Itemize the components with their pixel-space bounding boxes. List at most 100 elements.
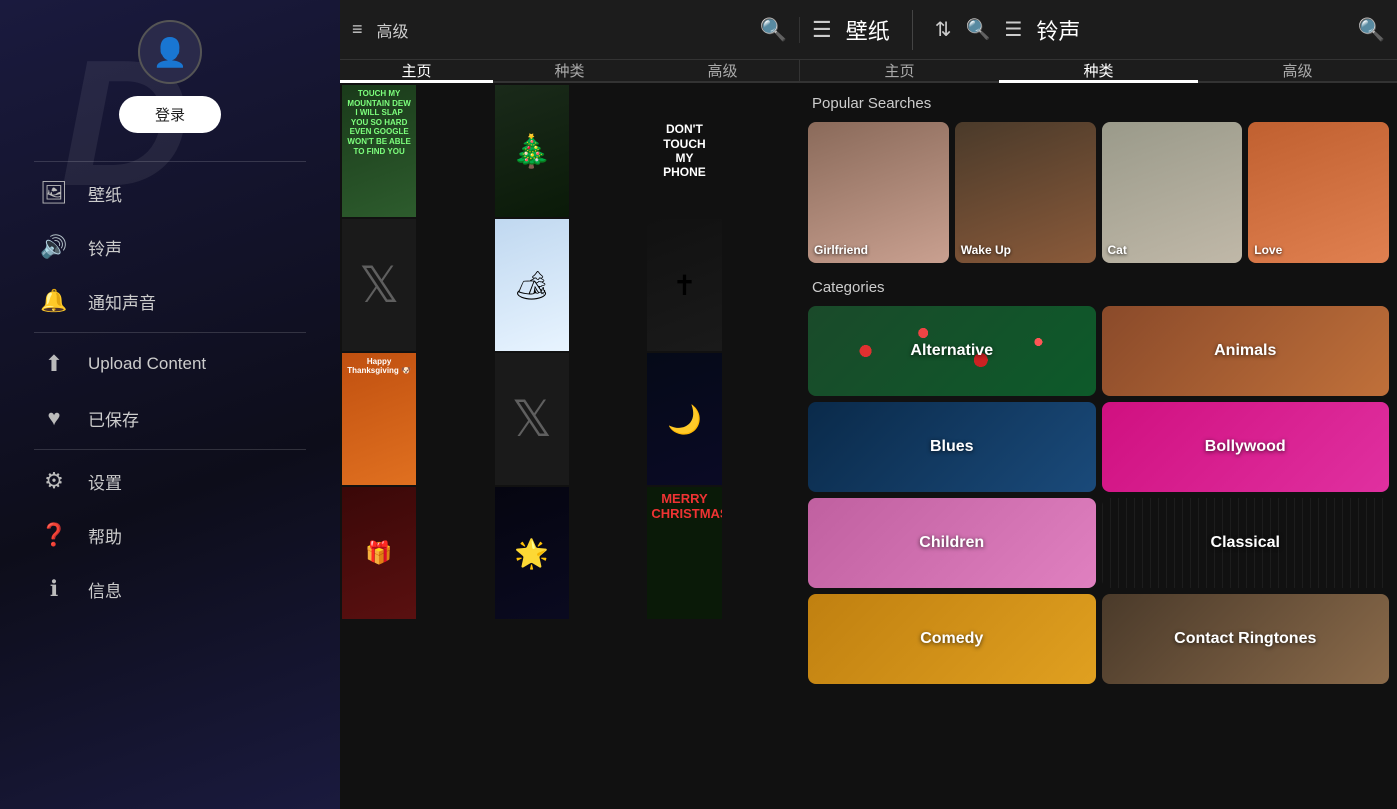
wallpaper-grid-section: TOUCH MY MOUNTAIN DEW I WILL SLAP YOU SO… [340,83,800,809]
popular-card-girlfriend[interactable]: Girlfriend [808,122,949,263]
tab-ringtone-categories[interactable]: 种类 [999,60,1198,81]
tab-wallpaper-advanced[interactable]: 高级 [646,60,799,81]
sidebar-item-saved[interactable]: ♥ 已保存 [0,391,340,445]
wallpaper-cell[interactable]: MERRYCHRISTMAS [647,487,721,619]
cat-card-children[interactable]: Children [808,498,1096,588]
sidebar-item-settings[interactable]: ⚙ 设置 [0,454,340,508]
wallpaper-advanced-label: 高级 [377,18,409,42]
sidebar-item-notification-label: 通知声音 [88,289,156,314]
popular-searches-grid: Girlfriend Wake Up Cat [808,122,1389,263]
categories-title: Categories [808,279,1389,296]
cat-animals-label: Animals [1214,342,1276,360]
popular-card-wakeup[interactable]: Wake Up [955,122,1096,263]
sidebar-item-notification[interactable]: 🔔 通知声音 [0,274,340,328]
info-icon: ℹ [40,576,68,602]
heart-icon: ♥ [40,405,68,431]
sidebar-item-upload-label: Upload Content [88,354,206,374]
cat-alternative-label: Alternative [910,342,993,360]
sidebar-item-info-label: 信息 [88,577,122,602]
popular-card-bg: Cat [1102,122,1243,263]
upload-icon: ⬆ [40,351,68,377]
popular-card-bg: Wake Up [955,122,1096,263]
main-area: ≡ 高级 🔍 ☰ 壁纸 ⇅ 🔍 ☰ 铃声 🔍 主页 种类 高级 主页 种类 [340,0,1397,809]
ringtone-menu-icon[interactable]: ☰ [812,17,832,43]
wallpaper-icon: 🖼 [40,180,68,206]
wallpaper-cell[interactable]: 🌟 [495,487,569,619]
wallpaper-cell[interactable]: 🌙 [647,353,721,485]
wallpaper-cell[interactable]: TOUCH MY MOUNTAIN DEW I WILL SLAP YOU SO… [342,85,416,217]
tab-ringtone-home[interactable]: 主页 [800,60,999,81]
cat-contact-ringtones-label: Contact Ringtones [1174,630,1316,648]
cat-comedy-label: Comedy [920,630,983,648]
ringtone-icon: 🔊 [40,234,68,260]
tab-wallpaper-home[interactable]: 主页 [340,60,493,81]
wallpaper-title: 壁纸 [846,14,890,46]
cat-card-bollywood[interactable]: Bollywood [1102,402,1390,492]
popular-card-wakeup-label: Wake Up [961,243,1011,257]
cat-card-animals[interactable]: Animals [1102,306,1390,396]
ringtone-search-header-icon[interactable]: 🔍 [966,17,991,42]
popular-card-girlfriend-label: Girlfriend [814,243,868,257]
wallpaper-cell[interactable]: 🏕 [495,219,569,351]
help-icon: ❓ [40,522,68,548]
cat-bollywood-label: Bollywood [1205,438,1286,456]
sidebar-item-ringtone-label: 铃声 [88,235,122,260]
wallpaper-search-icon[interactable]: 🔍 [760,17,787,43]
wallpaper-cell[interactable]: DON'TTOUCHMYPHONE [647,85,721,217]
sidebar-item-help[interactable]: ❓ 帮助 [0,508,340,562]
sidebar: D 👤 登录 🖼 壁纸 🔊 铃声 🔔 通知声音 ⬆ Upload Content… [0,0,340,809]
wallpaper-cell[interactable]: ✝ [647,219,721,351]
avatar-icon: 👤 [153,36,188,69]
global-search-icon[interactable]: 🔍 [1358,17,1385,43]
ringtone-menu2-icon[interactable]: ☰ [1004,17,1022,42]
cat-children-label: Children [919,534,984,552]
cat-blues-label: Blues [930,438,974,456]
wallpaper-cell[interactable] [342,219,416,351]
ringtone-tabs: 主页 种类 高级 [800,60,1397,81]
popular-card-love-label: Love [1254,243,1282,257]
wallpaper-grid: TOUCH MY MOUNTAIN DEW I WILL SLAP YOU SO… [340,83,800,621]
tab-wallpaper-categories[interactable]: 种类 [493,60,646,81]
wallpaper-cell[interactable]: Happy Thanksgiving 🐶 [342,353,416,485]
sidebar-item-help-label: 帮助 [88,523,122,548]
cat-card-classical[interactable]: Classical [1102,498,1390,588]
cat-card-contact-ringtones[interactable]: Contact Ringtones [1102,594,1390,684]
right-panel-content: Popular Searches Girlfriend Wake Up [800,83,1397,809]
sidebar-item-wallpaper[interactable]: 🖼 壁纸 [0,166,340,220]
sidebar-item-upload[interactable]: ⬆ Upload Content [0,337,340,391]
ringtone-title: 铃声 [1036,14,1080,46]
login-button[interactable]: 登录 [119,96,221,133]
sidebar-item-wallpaper-label: 壁纸 [88,181,122,206]
wallpaper-tabs: 主页 种类 高级 [340,60,800,81]
cat-card-alternative[interactable]: Alternative [808,306,1096,396]
wallpaper-cell[interactable] [495,353,569,485]
sidebar-item-ringtone[interactable]: 🔊 铃声 [0,220,340,274]
wallpaper-filter-top-icon[interactable]: ≡ [352,19,363,40]
wallpaper-cell[interactable]: 🎁 [342,487,416,619]
ringtone-filter-icon[interactable]: ⇅ [935,17,952,42]
sidebar-item-settings-label: 设置 [88,469,122,494]
gear-icon: ⚙ [40,468,68,494]
popular-card-cat[interactable]: Cat [1102,122,1243,263]
tab-ringtone-advanced[interactable]: 高级 [1198,60,1397,81]
cat-card-comedy[interactable]: Comedy [808,594,1096,684]
tabs-container: 主页 种类 高级 主页 种类 高级 [340,60,1397,83]
header-row: ≡ 高级 🔍 ☰ 壁纸 ⇅ 🔍 ☰ 铃声 🔍 [340,0,1397,60]
popular-card-cat-label: Cat [1108,243,1127,257]
sidebar-item-info[interactable]: ℹ 信息 [0,562,340,616]
avatar: 👤 [138,20,202,84]
sidebar-divider-3 [34,449,306,450]
notification-icon: 🔔 [40,288,68,314]
content-split: TOUCH MY MOUNTAIN DEW I WILL SLAP YOU SO… [340,83,1397,809]
cat-card-blues[interactable]: Blues [808,402,1096,492]
popular-searches-title: Popular Searches [808,95,1389,112]
ringtone-section: Popular Searches Girlfriend Wake Up [800,83,1397,809]
popular-card-love[interactable]: Love [1248,122,1389,263]
sidebar-divider-2 [34,332,306,333]
sidebar-item-saved-label: 已保存 [88,406,139,431]
wallpaper-cell[interactable]: 🎄 [495,85,569,217]
popular-card-bg: Girlfriend [808,122,949,263]
popular-card-bg: Love [1248,122,1389,263]
cat-classical-label: Classical [1211,534,1280,552]
categories-grid: Alternative Animals Blues Bollywood Chil… [808,306,1389,684]
